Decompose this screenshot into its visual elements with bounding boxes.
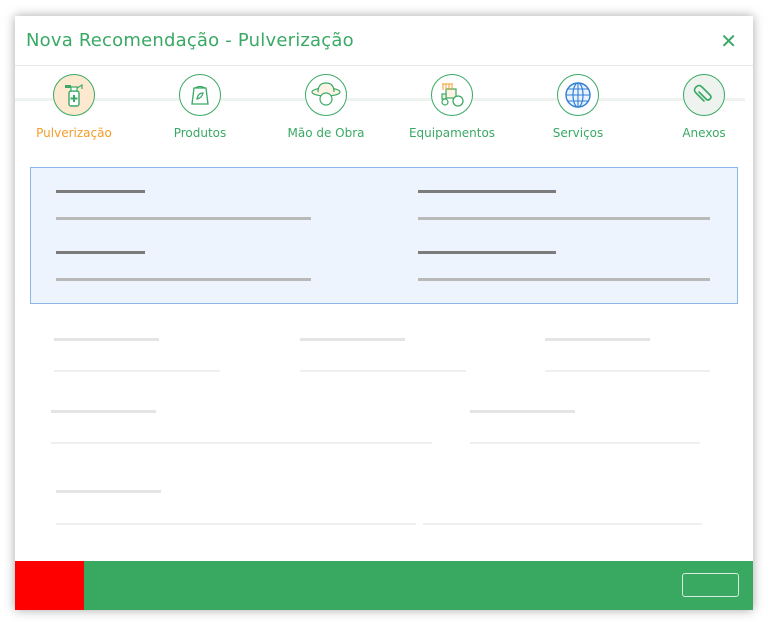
skeleton-label [470, 410, 575, 413]
step-equipamentos[interactable]: Equipamentos [402, 74, 502, 140]
skeleton-label [545, 338, 650, 341]
loading-panel [30, 167, 738, 304]
skeleton-label [51, 410, 156, 413]
skeleton-field [56, 278, 311, 281]
skeleton-field [418, 278, 710, 281]
save-button[interactable] [682, 573, 739, 597]
header-divider [15, 65, 753, 66]
close-icon[interactable]: ✕ [720, 31, 737, 51]
worker-hat-icon [305, 74, 347, 116]
recommendation-modal: Nova Recomendação - Pulverização ✕ Pulve… [15, 16, 753, 610]
step-label: Equipamentos [408, 126, 496, 140]
step-label: Pulverização [36, 126, 112, 140]
paperclip-icon [683, 74, 725, 116]
modal-title: Nova Recomendação - Pulverização [26, 30, 354, 51]
seed-bag-icon [179, 74, 221, 116]
step-anexos[interactable]: Anexos [654, 74, 753, 140]
step-label: Produtos [173, 126, 227, 140]
skeleton-field [51, 442, 432, 444]
step-label: Mão de Obra [287, 126, 365, 140]
step-servicos[interactable]: Serviços [528, 74, 628, 140]
skeleton-label [56, 190, 145, 193]
skeleton-field [418, 217, 710, 220]
tractor-icon [431, 74, 473, 116]
skeleton-label [56, 251, 145, 254]
sprayer-icon [53, 74, 95, 116]
skeleton-label [54, 338, 159, 341]
skeleton-field [54, 370, 220, 372]
skeleton-label [56, 490, 161, 493]
stepper-track [15, 98, 745, 101]
skeleton-field [545, 370, 710, 372]
step-mao-de-obra[interactable]: Mão de Obra [276, 74, 376, 140]
cancel-button[interactable] [15, 561, 84, 610]
step-label: Serviços [552, 126, 604, 140]
modal-footer [15, 561, 753, 610]
globe-icon [557, 74, 599, 116]
skeleton-label [418, 251, 556, 254]
skeleton-label [300, 338, 405, 341]
skeleton-field [423, 523, 702, 525]
skeleton-field [56, 523, 416, 525]
step-produtos[interactable]: Produtos [150, 74, 250, 140]
skeleton-field [300, 370, 466, 372]
step-pulverizacao[interactable]: Pulverização [24, 74, 124, 140]
skeleton-label [418, 190, 556, 193]
skeleton-field [56, 217, 311, 220]
skeleton-field [470, 442, 700, 444]
step-label: Anexos [682, 126, 726, 140]
